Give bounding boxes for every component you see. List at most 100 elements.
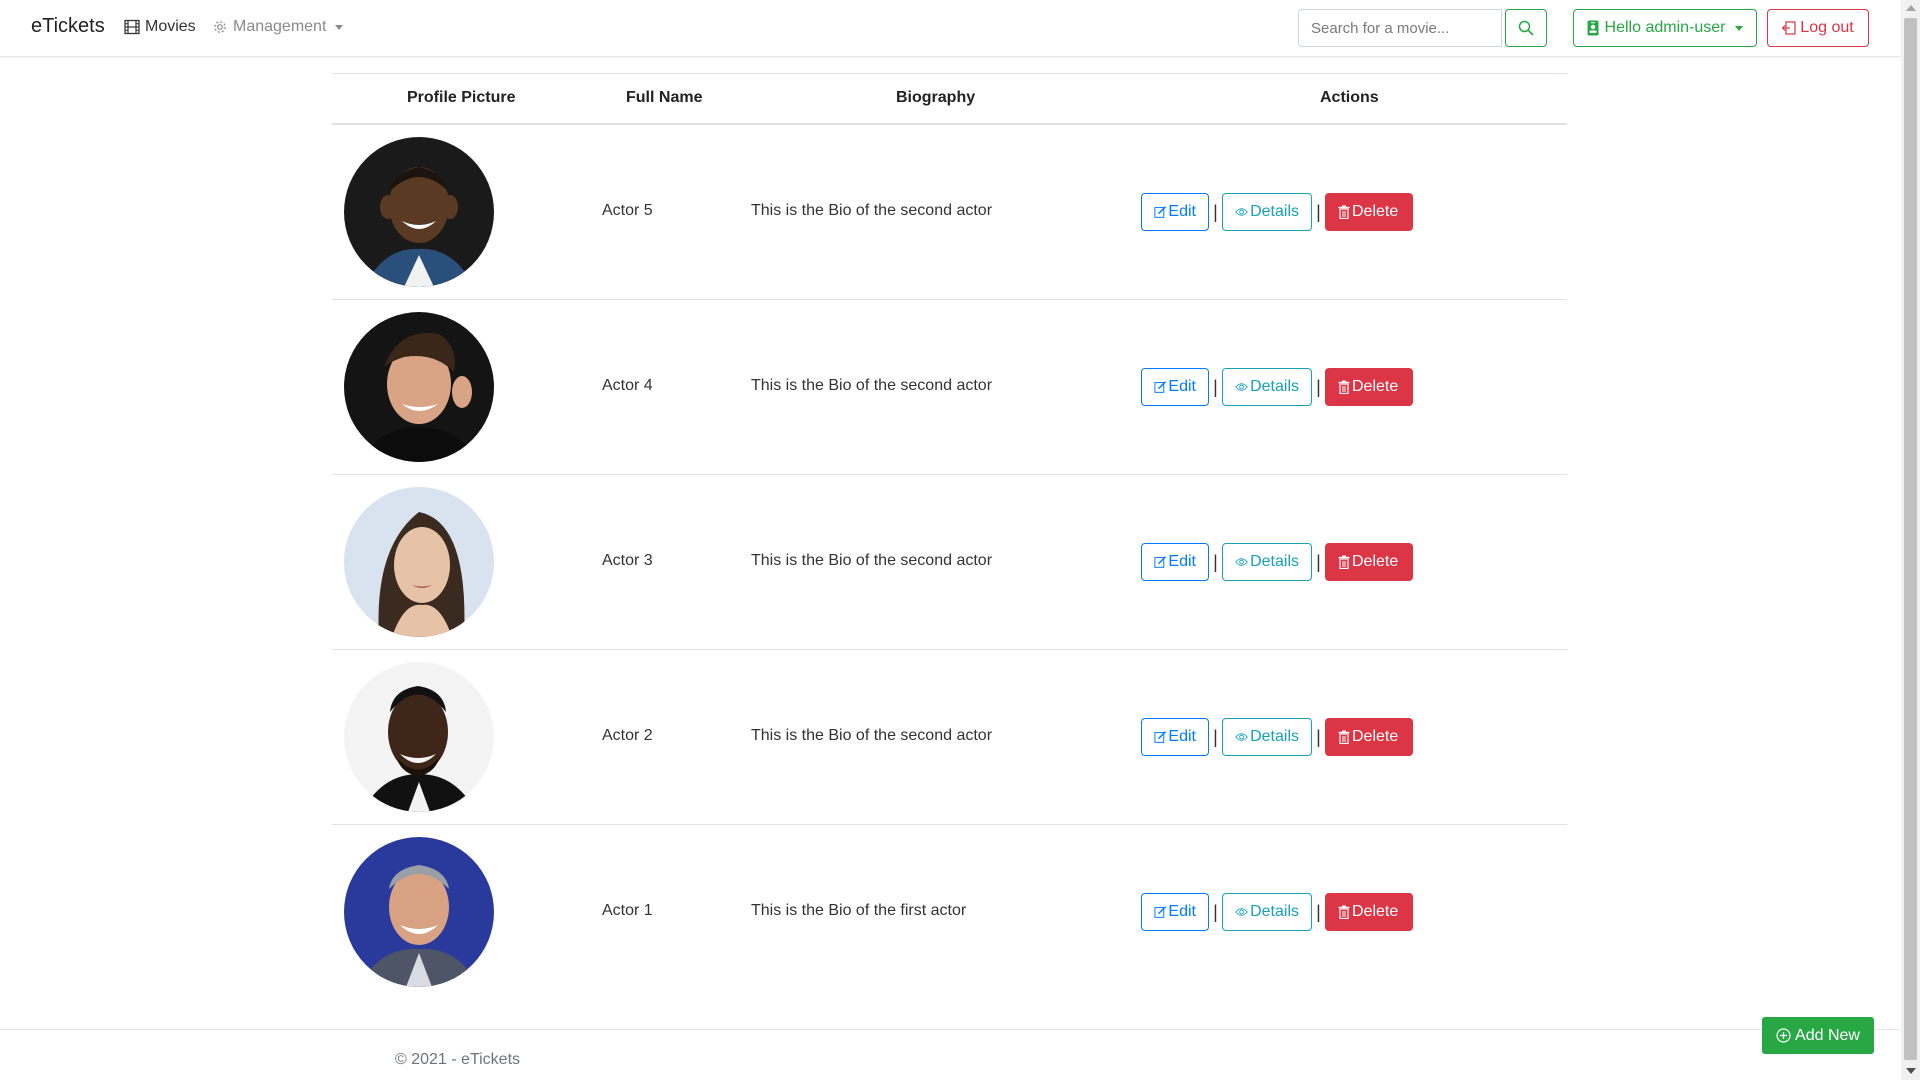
add-new-button[interactable]: Add New <box>1762 1017 1874 1054</box>
table-row: Actor 2 This is the Bio of the second ac… <box>332 650 1567 825</box>
details-button[interactable]: Details <box>1222 893 1312 931</box>
avatar <box>344 487 494 637</box>
delete-button[interactable]: Delete <box>1325 893 1413 931</box>
pencil-square-icon <box>1154 556 1167 568</box>
delete-button[interactable]: Delete <box>1325 193 1413 231</box>
details-label: Details <box>1250 203 1299 220</box>
row-actions: Edit | Details | Delete <box>1141 543 1413 581</box>
brand-logo[interactable]: eTickets <box>31 15 105 38</box>
gear-icon <box>214 21 226 33</box>
logout-button[interactable]: Log out <box>1767 9 1869 47</box>
trash-icon <box>1338 205 1350 219</box>
search-button[interactable] <box>1505 9 1547 47</box>
details-button[interactable]: Details <box>1222 543 1312 581</box>
scroll-up-icon[interactable] <box>1906 5 1916 11</box>
scroll-down-icon[interactable] <box>1906 1068 1916 1074</box>
actor-full-name: Actor 3 <box>602 552 653 569</box>
eye-icon <box>1235 383 1248 391</box>
delete-button[interactable]: Delete <box>1325 368 1413 406</box>
scrollbar-thumb[interactable] <box>1904 18 1917 1060</box>
action-separator: | <box>1213 726 1218 747</box>
actors-table: Profile Picture Full Name Biography Acti… <box>332 73 1567 999</box>
actor-biography: This is the Bio of the first actor <box>751 902 967 919</box>
action-separator: | <box>1316 551 1321 572</box>
edit-button[interactable]: Edit <box>1141 718 1209 756</box>
person-badge-icon <box>1587 20 1599 36</box>
table-row: Actor 1 This is the Bio of the first act… <box>332 825 1567 999</box>
edit-button[interactable]: Edit <box>1141 893 1209 931</box>
logout-label: Log out <box>1800 19 1854 36</box>
user-label: Hello admin-user <box>1604 19 1726 36</box>
header-actions: Actions <box>1320 89 1379 106</box>
avatar <box>344 137 494 287</box>
delete-label: Delete <box>1352 378 1399 395</box>
delete-button[interactable]: Delete <box>1325 543 1413 581</box>
box-arrow-left-icon <box>1782 21 1796 35</box>
edit-label: Edit <box>1168 903 1196 920</box>
footer-divider <box>0 1029 1900 1030</box>
header-profile-picture: Profile Picture <box>407 89 516 106</box>
eye-icon <box>1235 208 1248 216</box>
trash-icon <box>1338 730 1350 744</box>
table-header: Profile Picture Full Name Biography Acti… <box>332 73 1567 125</box>
add-new-label: Add New <box>1795 1026 1860 1044</box>
details-button[interactable]: Details <box>1222 718 1312 756</box>
actor-biography: This is the Bio of the second actor <box>751 552 993 569</box>
nav-movies-label: Movies <box>145 18 196 35</box>
row-actions: Edit | Details | Delete <box>1141 368 1413 406</box>
trash-icon <box>1338 555 1350 569</box>
search-input[interactable] <box>1298 9 1502 47</box>
avatar <box>344 837 494 987</box>
actor-full-name: Actor 1 <box>602 902 653 919</box>
action-separator: | <box>1213 901 1218 922</box>
delete-label: Delete <box>1352 903 1399 920</box>
search-icon <box>1518 20 1534 36</box>
action-separator: | <box>1213 201 1218 222</box>
delete-label: Delete <box>1352 553 1399 570</box>
edit-label: Edit <box>1168 378 1196 395</box>
trash-icon <box>1338 380 1350 394</box>
trash-icon <box>1338 905 1350 919</box>
edit-button[interactable]: Edit <box>1141 543 1209 581</box>
nav-movies[interactable]: Movies <box>124 18 196 36</box>
header-biography: Biography <box>896 89 976 106</box>
avatar <box>344 312 494 462</box>
details-label: Details <box>1250 553 1299 570</box>
details-label: Details <box>1250 728 1299 745</box>
details-label: Details <box>1250 903 1299 920</box>
header-full-name: Full Name <box>626 89 703 106</box>
actor-full-name: Actor 5 <box>602 202 653 219</box>
actor-biography: This is the Bio of the second actor <box>751 202 993 219</box>
delete-label: Delete <box>1352 728 1399 745</box>
edit-label: Edit <box>1168 728 1196 745</box>
eye-icon <box>1235 733 1248 741</box>
actor-biography: This is the Bio of the second actor <box>751 727 993 744</box>
user-dropdown-button[interactable]: Hello admin-user <box>1573 9 1757 47</box>
delete-button[interactable]: Delete <box>1325 718 1413 756</box>
avatar <box>344 662 494 812</box>
details-button[interactable]: Details <box>1222 368 1312 406</box>
nav-management-label: Management <box>233 18 327 35</box>
chevron-down-icon <box>1735 25 1744 31</box>
pencil-square-icon <box>1154 381 1167 393</box>
actor-full-name: Actor 2 <box>602 727 653 744</box>
edit-label: Edit <box>1168 203 1196 220</box>
action-separator: | <box>1213 551 1218 572</box>
action-separator: | <box>1316 901 1321 922</box>
nav-management-dropdown[interactable]: Management <box>212 18 344 36</box>
actor-full-name: Actor 4 <box>602 377 653 394</box>
action-separator: | <box>1213 376 1218 397</box>
chevron-down-icon <box>335 24 344 30</box>
actor-biography: This is the Bio of the second actor <box>751 377 993 394</box>
eye-icon <box>1235 558 1248 566</box>
pencil-square-icon <box>1154 906 1167 918</box>
navbar: eTickets Movies Management Search for a … <box>0 0 1900 57</box>
vertical-scrollbar[interactable] <box>1901 0 1920 1080</box>
row-actions: Edit | Details | Delete <box>1141 893 1413 931</box>
edit-button[interactable]: Edit <box>1141 368 1209 406</box>
action-separator: | <box>1316 726 1321 747</box>
details-button[interactable]: Details <box>1222 193 1312 231</box>
film-icon <box>124 19 140 35</box>
edit-button[interactable]: Edit <box>1141 193 1209 231</box>
action-separator: | <box>1316 376 1321 397</box>
